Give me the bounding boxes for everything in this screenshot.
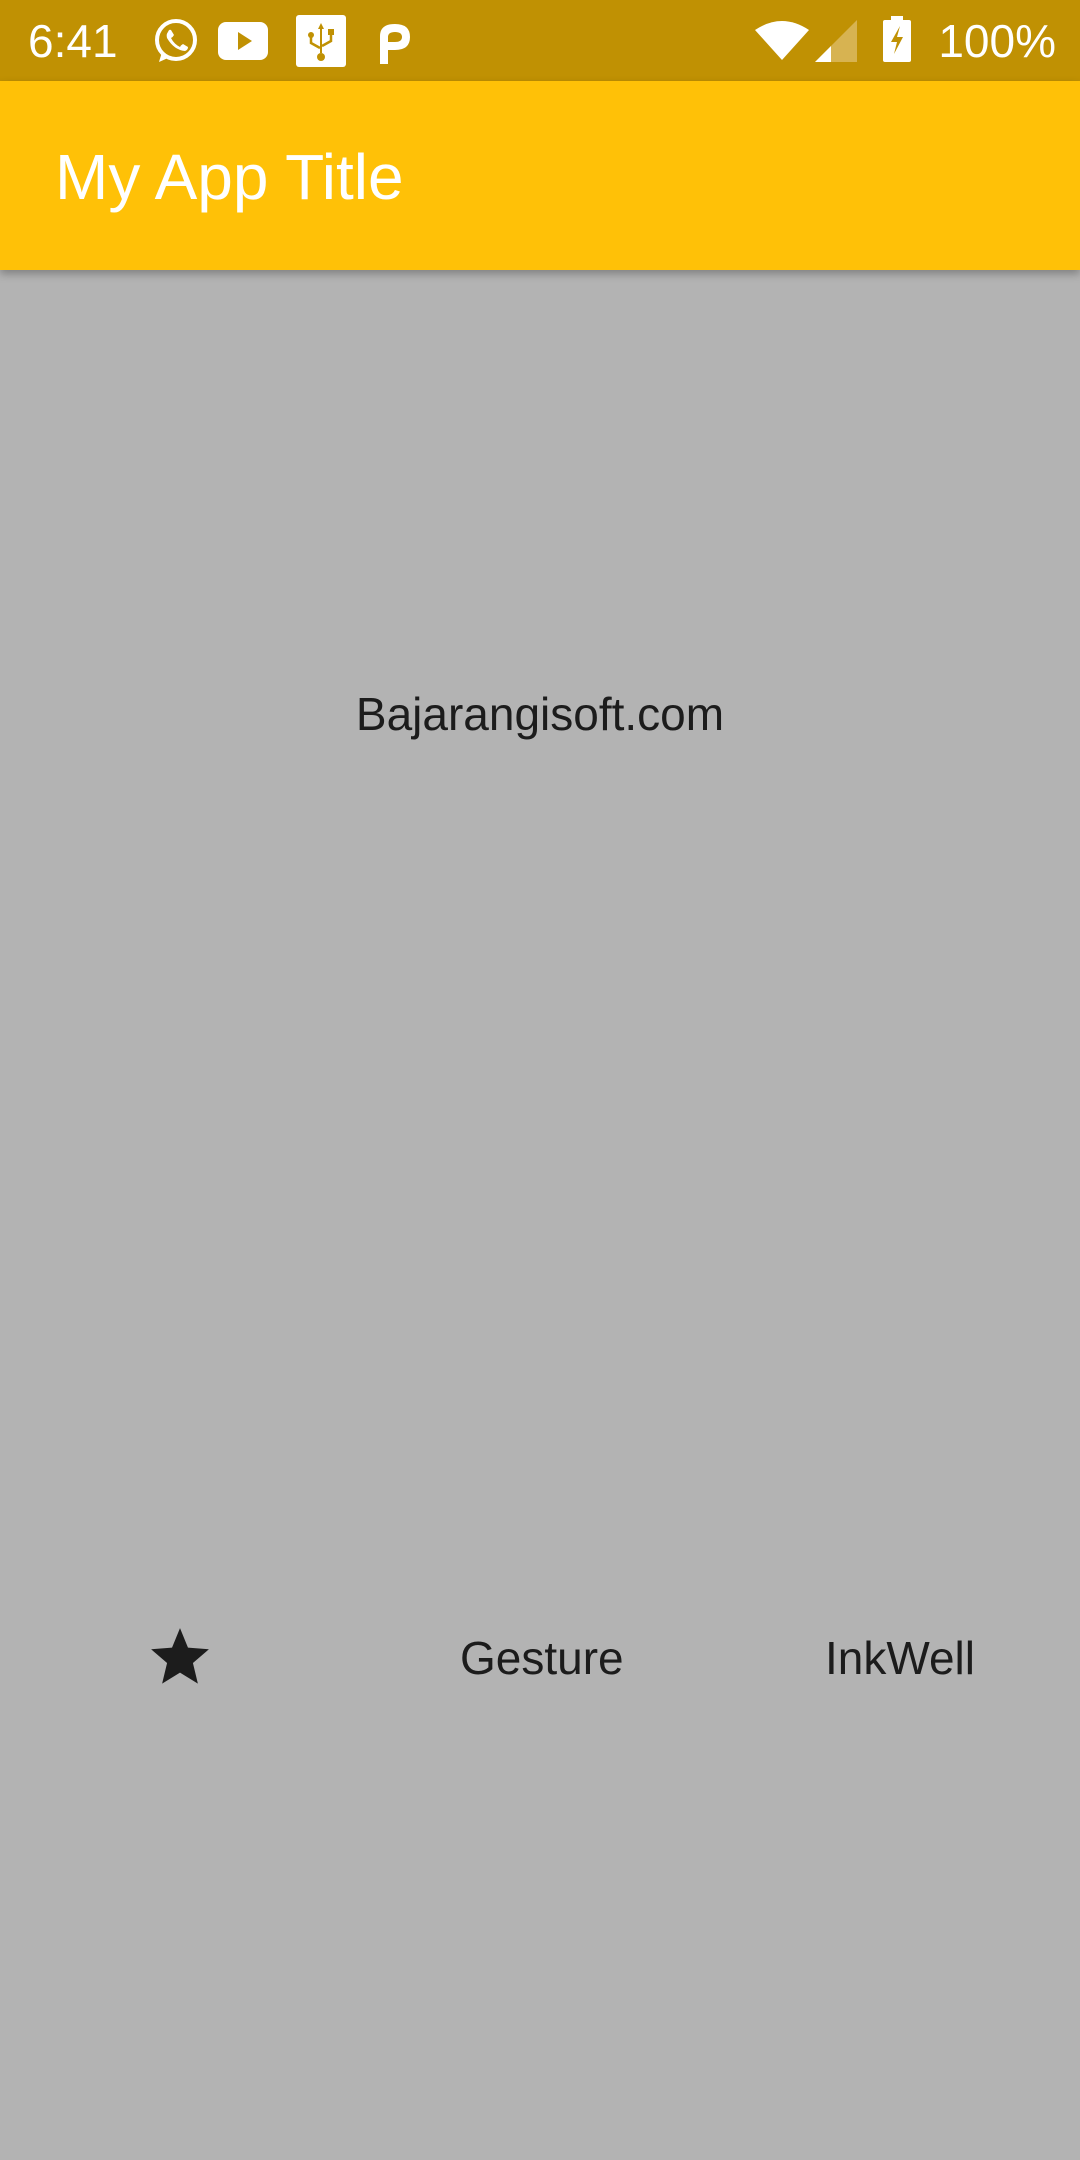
app-bar: My App Title bbox=[0, 81, 1080, 270]
inkwell-button[interactable]: InkWell bbox=[825, 1630, 975, 1686]
gesture-button[interactable]: Gesture bbox=[460, 1630, 624, 1686]
parking-icon bbox=[380, 24, 410, 64]
app-title: My App Title bbox=[55, 141, 404, 213]
cell-signal-icon bbox=[815, 20, 857, 62]
battery-percent: 100% bbox=[938, 15, 1056, 67]
star-icon[interactable] bbox=[145, 1624, 215, 1690]
usb-icon bbox=[296, 15, 346, 67]
status-time: 6:41 bbox=[28, 15, 118, 67]
wifi-icon bbox=[755, 21, 809, 60]
youtube-icon bbox=[218, 22, 268, 60]
status-bar: 6:41 100% bbox=[0, 0, 1080, 81]
action-row: Gesture InkWell bbox=[0, 1620, 1080, 1700]
whatsapp-icon bbox=[155, 19, 197, 62]
website-text: Bajarangisoft.com bbox=[355, 688, 725, 740]
battery-charging-icon bbox=[883, 16, 911, 62]
